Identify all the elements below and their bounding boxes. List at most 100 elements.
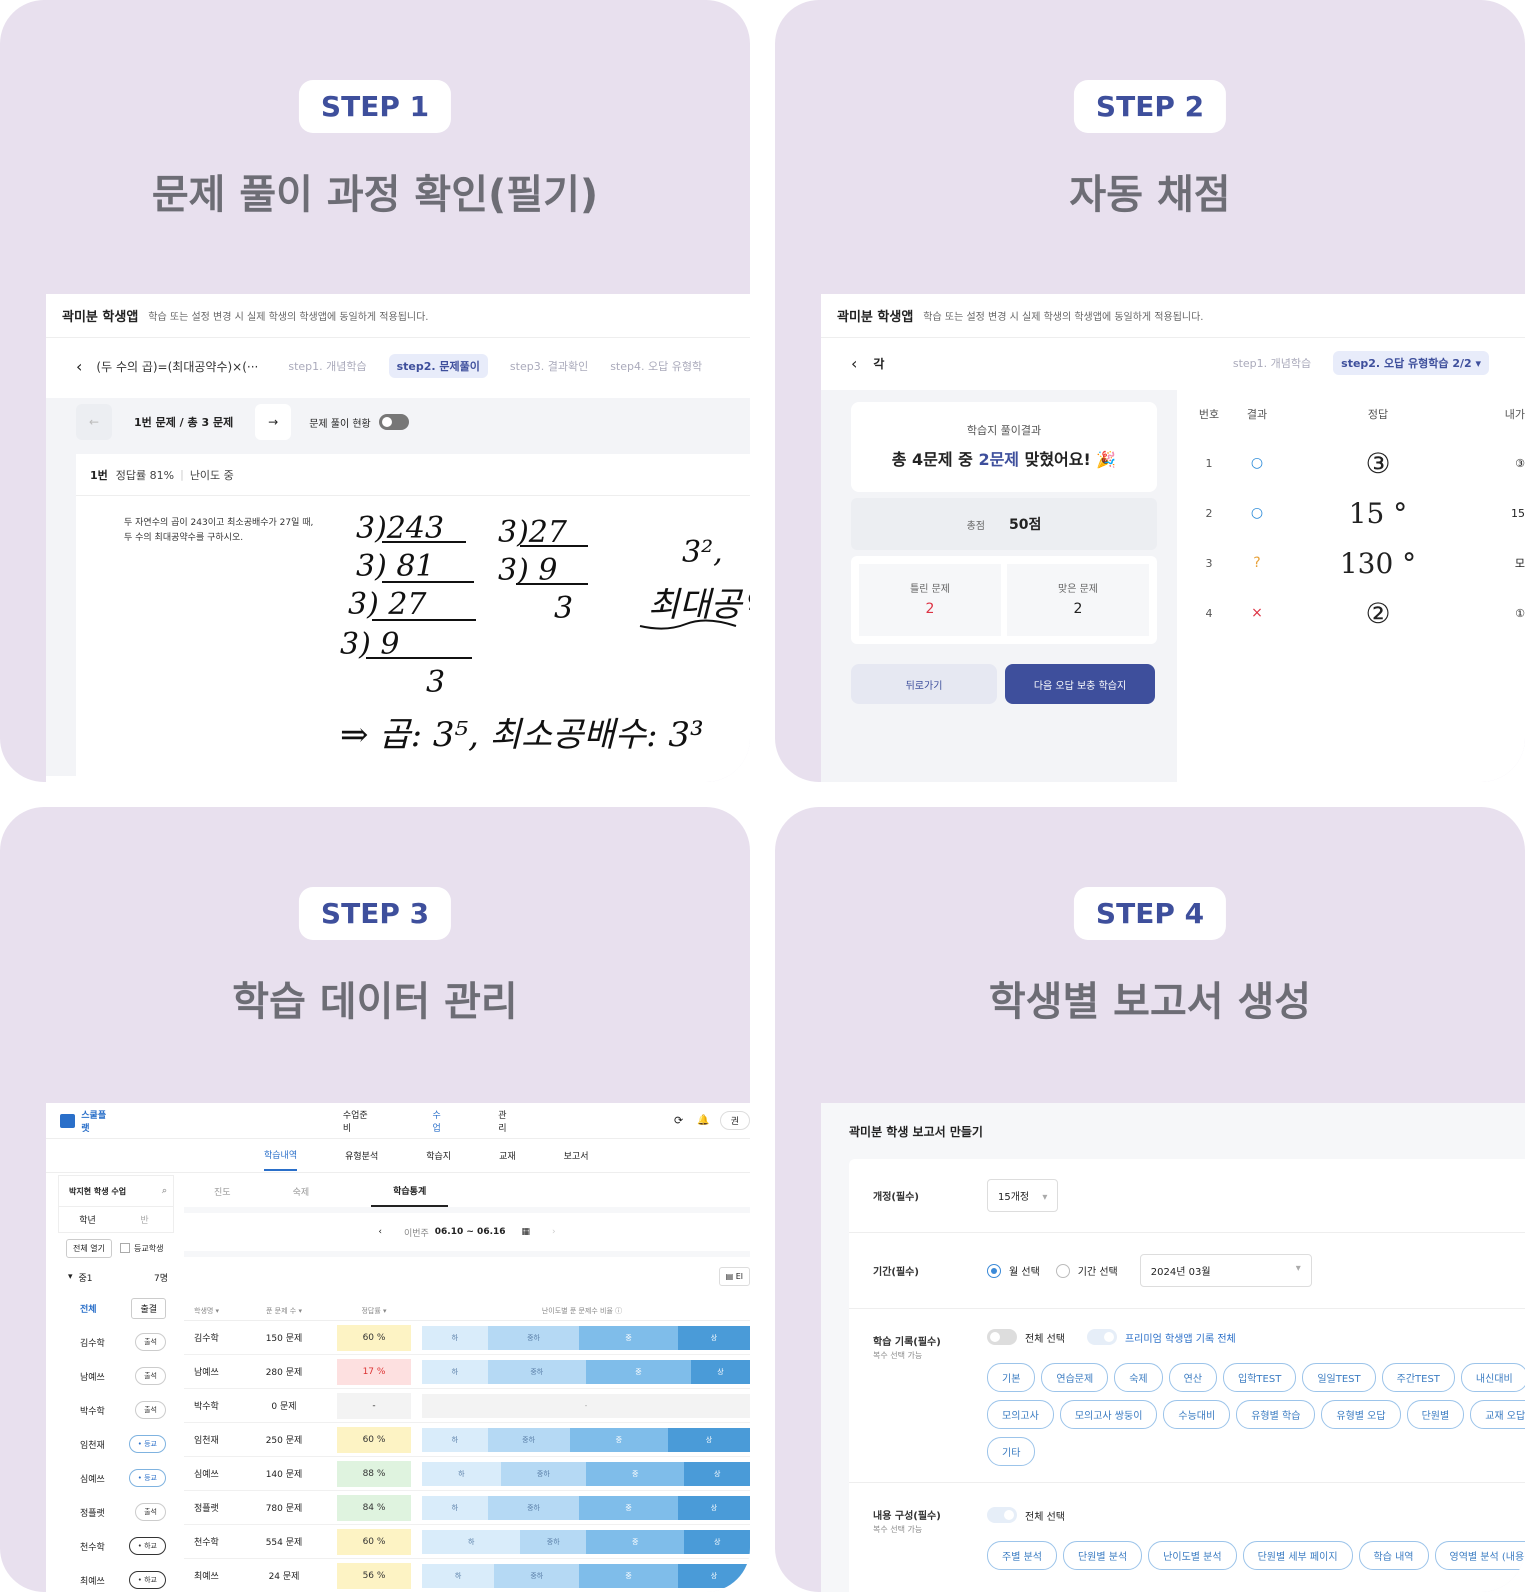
record-chip[interactable]: 내신대비 bbox=[1460, 1363, 1525, 1392]
table-row[interactable]: 최예쓰 24 문제 56 % 하 중하 중 상 bbox=[184, 1559, 750, 1592]
step-tab-4[interactable]: step4. 오답 유형학 bbox=[610, 358, 702, 374]
subnav-analysis[interactable]: 유형분석 bbox=[345, 1149, 378, 1162]
logo: 스쿨플랫 bbox=[81, 1110, 107, 1134]
next-arrow-button[interactable]: → bbox=[255, 404, 292, 440]
month-select[interactable]: 2024년 03월 ▾ bbox=[1139, 1254, 1312, 1287]
toggle-label: 문제 풀이 현황 bbox=[309, 418, 371, 430]
record-chip[interactable]: 숙제 bbox=[1114, 1363, 1163, 1392]
record-chip[interactable]: 기본 bbox=[987, 1363, 1036, 1392]
step-tab-3[interactable]: step3. 결과확인 bbox=[510, 358, 588, 374]
record-chip[interactable]: 기타 bbox=[987, 1437, 1036, 1466]
student-item[interactable]: 심예쓰 • 등교 bbox=[58, 1461, 174, 1495]
student-item[interactable]: 임천재 • 등교 bbox=[58, 1427, 174, 1461]
student-item[interactable]: 김수학 출석 bbox=[58, 1325, 174, 1359]
subnav-worksheet[interactable]: 학습지 bbox=[426, 1149, 451, 1162]
content-chip[interactable]: 학습 내역 bbox=[1358, 1541, 1429, 1570]
nav-class[interactable]: 수업 bbox=[432, 1108, 448, 1134]
tab-stats[interactable]: 학습통계 bbox=[371, 1176, 449, 1207]
content-chip[interactable]: 단원별 세부 페이지 bbox=[1242, 1541, 1353, 1570]
difficulty-bar: - bbox=[422, 1393, 750, 1418]
tab-class[interactable]: 반 bbox=[116, 1213, 173, 1226]
student-item[interactable]: 박수학 출석 bbox=[58, 1393, 174, 1427]
record-chip[interactable]: 입학TEST bbox=[1223, 1363, 1297, 1392]
attendance-button[interactable]: 출석 bbox=[135, 1333, 166, 1351]
chevron-down-icon[interactable]: ▾ bbox=[68, 1272, 73, 1282]
nav-prepare[interactable]: 수업준비 bbox=[343, 1108, 375, 1134]
tab-grade[interactable]: 학년 bbox=[59, 1213, 116, 1226]
refresh-icon[interactable]: ⟳ bbox=[674, 1114, 683, 1127]
range-radio[interactable] bbox=[1055, 1263, 1070, 1278]
student-name: 천수학 bbox=[80, 1542, 105, 1553]
content-chip[interactable]: 단원별 분석 bbox=[1062, 1541, 1143, 1570]
content-chip[interactable]: 주별 분석 bbox=[987, 1541, 1057, 1570]
col-count[interactable]: 푼 문제 수 ▾ bbox=[234, 1306, 334, 1316]
tab-homework[interactable]: 숙제 bbox=[293, 1185, 310, 1198]
step-tab-2[interactable]: step2. 오답 유형학습 2/2 ▾ bbox=[1333, 351, 1489, 375]
revision-select[interactable]: 15개정 ▾ bbox=[987, 1179, 1059, 1212]
back-button[interactable]: 뒤로가기 bbox=[851, 664, 997, 704]
back-icon[interactable]: ‹ bbox=[76, 357, 82, 376]
table-row[interactable]: 김수학 150 문제 60 % 하 중하 중 상 bbox=[184, 1321, 750, 1355]
nav-manage[interactable]: 관리 bbox=[498, 1108, 514, 1134]
user-avatar[interactable]: 권 bbox=[719, 1111, 750, 1130]
next-practice-button[interactable]: 다음 오답 보충 학습지 bbox=[1005, 664, 1155, 704]
student-item[interactable]: 정플랫 출석 bbox=[58, 1495, 174, 1529]
premium-toggle[interactable] bbox=[1086, 1329, 1117, 1345]
all-select-toggle[interactable] bbox=[987, 1329, 1017, 1345]
step-tab-1[interactable]: step1. 개념학습 bbox=[288, 358, 366, 374]
subnav-textbook[interactable]: 교재 bbox=[499, 1149, 516, 1162]
record-chip[interactable]: 유형별 학습 bbox=[1236, 1400, 1316, 1429]
subnav-history[interactable]: 학습내역 bbox=[264, 1140, 298, 1171]
prev-week-icon[interactable]: ‹ bbox=[378, 1227, 382, 1237]
col-student[interactable]: 학생명 ▾ bbox=[184, 1306, 234, 1316]
prev-arrow-button[interactable]: ← bbox=[76, 404, 112, 440]
attendance-button[interactable]: • 등교 bbox=[128, 1469, 166, 1487]
table-row[interactable]: 박수학 0 문제 - - bbox=[184, 1389, 750, 1423]
record-chip[interactable]: 모의고사 bbox=[987, 1400, 1054, 1429]
back-icon[interactable]: ‹ bbox=[851, 354, 857, 373]
calendar-icon[interactable]: ▦ bbox=[522, 1227, 531, 1237]
content-chip[interactable]: 영역별 분석 (내용 영 bbox=[1434, 1541, 1525, 1570]
table-row[interactable]: 정플랫 780 문제 84 % 하 중하 중 상 bbox=[184, 1491, 750, 1525]
next-week-icon[interactable]: › bbox=[552, 1227, 556, 1237]
month-radio[interactable] bbox=[987, 1263, 1001, 1278]
table-row[interactable]: 심예쓰 140 문제 88 % 하 중하 중 상 bbox=[184, 1457, 750, 1491]
record-chip[interactable]: 모의고사 쌍둥이 bbox=[1059, 1400, 1158, 1429]
attendance-checkbox[interactable] bbox=[119, 1243, 130, 1253]
attendance-button[interactable]: • 등교 bbox=[128, 1435, 166, 1453]
problem-count: 150 문제 bbox=[265, 1334, 303, 1344]
tab-progress[interactable]: 진도 bbox=[214, 1185, 231, 1198]
step-tab-2[interactable]: step2. 문제풀이 bbox=[388, 354, 488, 378]
col-rate[interactable]: 정답률 ▾ bbox=[334, 1306, 414, 1316]
record-chip[interactable]: 수능대비 bbox=[1163, 1400, 1231, 1429]
student-item[interactable]: 최예쓰 • 하교 bbox=[58, 1563, 174, 1592]
table-row[interactable]: 남예쓰 280 문제 17 % 하 중하 중 상 bbox=[184, 1355, 750, 1389]
student-item[interactable]: 천수학 • 하교 bbox=[58, 1529, 174, 1563]
record-chip[interactable]: 연습문제 bbox=[1041, 1363, 1109, 1392]
attendance-button[interactable]: 출석 bbox=[135, 1503, 166, 1521]
all-button[interactable]: 출결 bbox=[131, 1297, 166, 1319]
content-all-toggle[interactable] bbox=[987, 1507, 1017, 1523]
record-chip[interactable]: 교재 오답 bbox=[1470, 1400, 1525, 1429]
record-chip[interactable]: 연산 bbox=[1168, 1363, 1218, 1392]
progress-toggle[interactable] bbox=[378, 414, 409, 430]
step-tab-1[interactable]: step1. 개념학습 bbox=[1233, 355, 1311, 371]
record-chip[interactable]: 주간TEST bbox=[1381, 1363, 1455, 1392]
attendance-button[interactable]: 출석 bbox=[135, 1367, 166, 1385]
search-icon[interactable]: ⌕ bbox=[162, 1186, 167, 1196]
subnav-report[interactable]: 보고서 bbox=[564, 1149, 589, 1162]
student-item[interactable]: 남예쓰 출석 bbox=[58, 1359, 174, 1393]
open-all-button[interactable]: 전체 열기 bbox=[66, 1238, 112, 1258]
table-row[interactable]: 천수학 554 문제 60 % 하 중하 중 상 bbox=[184, 1525, 750, 1559]
all-label[interactable]: 전체 bbox=[80, 1302, 97, 1315]
record-chip[interactable]: 유형별 오답 bbox=[1321, 1400, 1401, 1429]
bell-icon[interactable]: 🔔 bbox=[697, 1115, 709, 1126]
content-chip[interactable]: 난이도별 분석 bbox=[1148, 1541, 1237, 1570]
export-button[interactable]: ▤ El bbox=[718, 1267, 750, 1286]
attendance-button[interactable]: 출석 bbox=[135, 1401, 166, 1419]
attendance-button[interactable]: • 하교 bbox=[128, 1537, 166, 1555]
attendance-button[interactable]: • 하교 bbox=[128, 1571, 166, 1589]
table-row[interactable]: 임천재 250 문제 60 % 하 중하 중 상 bbox=[184, 1423, 750, 1457]
record-chip[interactable]: 일일TEST bbox=[1302, 1363, 1376, 1392]
record-chip[interactable]: 단원별 bbox=[1406, 1400, 1465, 1429]
